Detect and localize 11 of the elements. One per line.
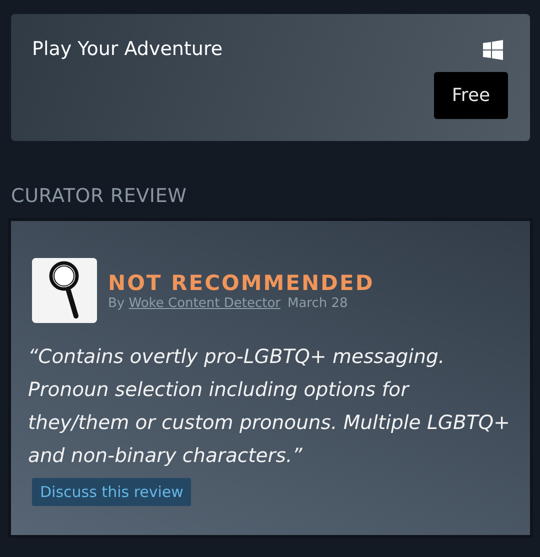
windows-icon: [483, 40, 503, 60]
verdict-label: NOT RECOMMENDED: [108, 270, 374, 294]
game-title: Play Your Adventure: [32, 38, 223, 62]
price-button[interactable]: Free: [434, 72, 508, 119]
review-text: “Contains overtly pro-LGBTQ+ messaging. Pronoun selection including options for they/them or custom pronouns. Multiple LGBTQ+ and non-binary characters.”: [28, 344, 510, 469]
curator-link[interactable]: Woke Content Detector: [128, 296, 280, 310]
section-heading: CURATOR REVIEW: [11, 185, 188, 207]
by-label: By: [108, 296, 125, 310]
magnifier-icon: [32, 258, 97, 323]
review-date: March 28: [288, 296, 348, 310]
discuss-button[interactable]: Discuss this review: [32, 478, 192, 506]
